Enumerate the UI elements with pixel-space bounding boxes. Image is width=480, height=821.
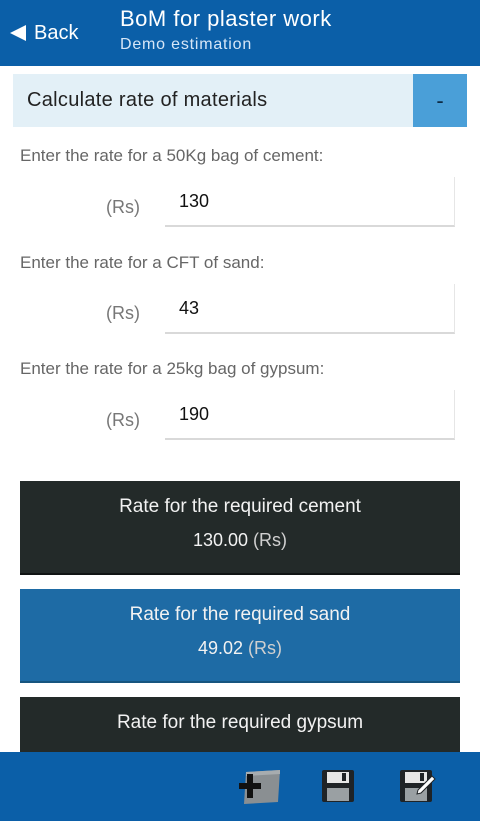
cement-unit-label: (Rs) [106, 197, 140, 217]
save-as-icon [400, 770, 436, 802]
section-header[interactable]: Calculate rate of materials - [13, 74, 467, 127]
collapse-label: - [436, 87, 444, 113]
title-block: BoM for plaster work Demo estimation [120, 6, 332, 54]
cement-rate-input[interactable]: 130 [165, 177, 455, 227]
gypsum-rate-input[interactable]: 190 [165, 390, 455, 440]
save-icon [322, 770, 354, 802]
result-value-line: 130.00 (Rs) [20, 530, 460, 551]
gypsum-rate-label: Enter the rate for a 25kg bag of gypsum: [20, 359, 325, 378]
sand-unit-label: (Rs) [106, 303, 140, 323]
result-label: Rate for the required gypsum [116, 712, 364, 733]
result-label: Rate for the required sand [129, 604, 351, 625]
section-title: Calculate rate of materials [27, 89, 268, 111]
page-title: BoM for plaster work [120, 6, 332, 31]
back-label: Back [34, 21, 79, 44]
back-button[interactable]: Back [8, 18, 78, 48]
result-unit: (Rs) [253, 530, 288, 550]
page-subtitle: Demo estimation [120, 36, 253, 53]
sand-rate-input[interactable]: 43 [165, 284, 455, 334]
gypsum-unit-label: (Rs) [106, 410, 140, 430]
result-value-line: 49.02 (Rs) [20, 638, 460, 659]
result-value: 49.02 [197, 638, 244, 658]
add-document-button[interactable] [238, 766, 282, 808]
back-arrow-icon [10, 25, 26, 41]
collapse-button[interactable]: - [413, 74, 467, 127]
result-unit: (Rs) [248, 638, 283, 658]
save-button[interactable] [318, 766, 362, 808]
cement-rate-result-card: Rate for the required cement 130.00 (Rs) [20, 481, 460, 575]
add-document-icon [239, 770, 280, 804]
sand-rate-result-card: Rate for the required sand 49.02 (Rs) [20, 589, 460, 683]
cement-rate-label: Enter the rate for a 50Kg bag of cement: [20, 146, 324, 165]
sand-rate-label: Enter the rate for a CFT of sand: [20, 253, 265, 272]
bottom-toolbar [0, 752, 480, 821]
result-label: Rate for the required cement [119, 496, 361, 517]
top-app-bar: Back BoM for plaster work Demo estimatio… [0, 0, 480, 66]
save-as-button[interactable] [396, 766, 440, 808]
result-value: 130.00 [192, 530, 249, 550]
